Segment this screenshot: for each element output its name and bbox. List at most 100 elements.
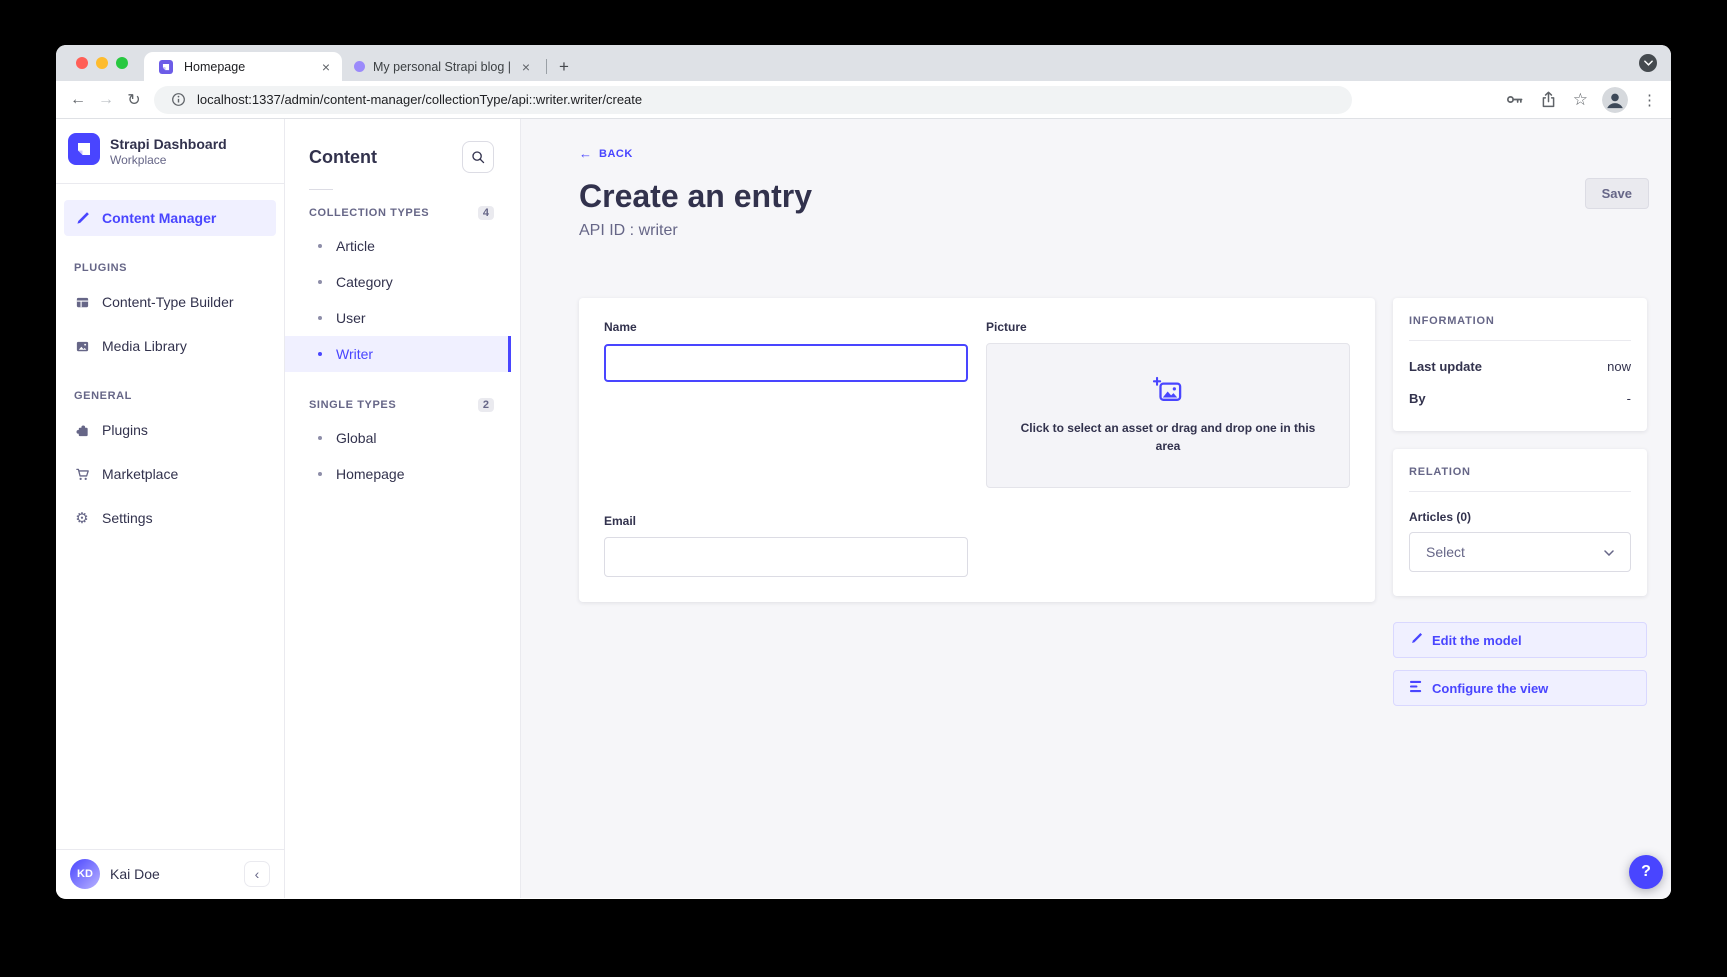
relation-title: RELATION: [1409, 466, 1631, 478]
close-window-button[interactable]: [76, 57, 88, 69]
sidebar-item-content-manager[interactable]: Content Manager: [64, 200, 276, 236]
tab-search-button[interactable]: [1639, 54, 1657, 72]
picture-field: Picture Click to select an asset or drag…: [986, 320, 1350, 488]
browser-window: Homepage × My personal Strapi blog | Str…: [56, 45, 1671, 899]
help-button[interactable]: ?: [1629, 855, 1663, 889]
purple-dot-favicon-icon: [354, 61, 365, 72]
sidebar-item-plugins[interactable]: Plugins: [64, 412, 276, 448]
page-info-icon[interactable]: [168, 90, 188, 110]
sidebar-item-label: Media Library: [102, 338, 187, 354]
collapse-sidebar-button[interactable]: ‹: [244, 861, 270, 887]
address-bar[interactable]: localhost:1337/admin/content-manager/col…: [154, 86, 1352, 114]
list-layout-icon: [1410, 680, 1423, 696]
articles-select[interactable]: Select: [1409, 532, 1631, 572]
zoom-window-button[interactable]: [116, 57, 128, 69]
subnav-item-user[interactable]: User: [285, 300, 520, 336]
brand-title: Strapi Dashboard: [110, 136, 227, 153]
relation-panel: RELATION Articles (0) Select: [1393, 449, 1647, 596]
main-content: ← BACK Create an entry API ID : writer S…: [521, 119, 1671, 898]
tab-close-icon[interactable]: ×: [318, 59, 334, 75]
tab-bar: Homepage × My personal Strapi blog | Str…: [56, 45, 1671, 81]
strapi-logo-icon: [68, 133, 100, 170]
name-label: Name: [604, 320, 968, 334]
password-key-icon[interactable]: [1505, 90, 1525, 110]
back-link[interactable]: ← BACK: [579, 146, 633, 161]
browser-reload-button[interactable]: ↻: [120, 90, 148, 110]
tab-title: Homepage: [184, 60, 310, 74]
traffic-lights: [56, 57, 144, 69]
user-name: Kai Doe: [110, 866, 160, 882]
count-badge: 4: [478, 206, 494, 220]
edit-model-button[interactable]: Edit the model: [1393, 622, 1647, 658]
browser-profile-avatar[interactable]: [1602, 87, 1628, 113]
email-input[interactable]: [604, 537, 968, 577]
sidebar-item-label: Content Manager: [102, 210, 216, 226]
subnav-item-homepage[interactable]: Homepage: [285, 456, 520, 492]
new-tab-button[interactable]: +: [551, 57, 577, 77]
configure-view-button[interactable]: Configure the view: [1393, 670, 1647, 706]
info-row-by: By -: [1409, 391, 1631, 406]
picture-label: Picture: [986, 320, 1350, 334]
sidebar-item-media-library[interactable]: Media Library: [64, 328, 276, 364]
tab-homepage[interactable]: Homepage ×: [144, 52, 342, 81]
browser-toolbar: ← → ↻ localhost:1337/admin/content-manag…: [56, 81, 1671, 119]
bookmark-star-icon[interactable]: ☆: [1573, 90, 1588, 110]
name-field: Name: [604, 320, 968, 488]
tab-separator: [546, 59, 547, 74]
toolbar-actions: ☆ ⋮: [1505, 87, 1657, 113]
page-title: Create an entry: [579, 176, 1671, 216]
sidebar-section-general: GENERAL: [64, 372, 276, 412]
sidebar-section-plugins: PLUGINS: [64, 244, 276, 284]
bullet-icon: [318, 280, 322, 284]
divider: [1409, 340, 1631, 341]
search-button[interactable]: [462, 141, 494, 173]
subnav-section-single-types: SINGLE TYPES 2: [285, 386, 520, 420]
sidebar-item-label: Settings: [102, 510, 153, 526]
subnav-header: Content: [285, 141, 520, 173]
bullet-icon: [318, 352, 322, 356]
cart-icon: [74, 466, 90, 482]
tabs: Homepage × My personal Strapi blog | Str…: [144, 52, 577, 81]
gear-icon: ⚙: [74, 510, 90, 526]
sidebar-footer: KD Kai Doe ‹: [56, 849, 284, 898]
email-field: Email: [604, 514, 968, 577]
subnav-item-global[interactable]: Global: [285, 420, 520, 456]
subnav-item-writer[interactable]: Writer: [285, 336, 511, 372]
share-icon[interactable]: [1539, 90, 1559, 110]
count-badge: 2: [478, 398, 494, 412]
api-id-subtitle: API ID : writer: [579, 222, 1671, 240]
pencil-icon: [1410, 632, 1423, 648]
sidebar-item-content-type-builder[interactable]: Content-Type Builder: [64, 284, 276, 320]
bullet-icon: [318, 244, 322, 248]
subnav-item-article[interactable]: Article: [285, 228, 520, 264]
chevron-down-icon: [1604, 543, 1614, 561]
browser-back-button[interactable]: ←: [64, 91, 92, 109]
brand: Strapi Dashboard Workplace: [56, 119, 284, 183]
info-row-last-update: Last update now: [1409, 359, 1631, 374]
browser-forward-button[interactable]: →: [92, 91, 120, 109]
minimize-window-button[interactable]: [96, 57, 108, 69]
layout-icon: [74, 294, 90, 310]
user-avatar[interactable]: KD: [70, 859, 100, 889]
sidebar-item-label: Content-Type Builder: [102, 294, 234, 310]
picture-dropzone[interactable]: Click to select an asset or drag and dro…: [986, 343, 1350, 488]
entry-form-panel: Name Picture Click to select an asset or…: [579, 298, 1375, 602]
meta-column: INFORMATION Last update now By - RELATIO…: [1393, 298, 1647, 706]
information-panel: INFORMATION Last update now By -: [1393, 298, 1647, 431]
tab-title: My personal Strapi blog | Strap: [373, 60, 510, 74]
main-sidebar: Strapi Dashboard Workplace Content Manag…: [56, 119, 285, 898]
entry-content: Name Picture Click to select an asset or…: [579, 298, 1647, 706]
sidebar-item-settings[interactable]: ⚙ Settings: [64, 500, 276, 536]
sidebar-item-marketplace[interactable]: Marketplace: [64, 456, 276, 492]
subnav-item-category[interactable]: Category: [285, 264, 520, 300]
tab-close-icon[interactable]: ×: [518, 59, 534, 75]
subnav-title: Content: [309, 147, 377, 168]
sidebar-item-label: Marketplace: [102, 466, 178, 482]
save-button[interactable]: Save: [1585, 178, 1649, 209]
email-label: Email: [604, 514, 968, 528]
browser-menu-icon[interactable]: ⋮: [1642, 91, 1657, 109]
content-subnav: Content COLLECTION TYPES 4 Article Categ…: [285, 119, 521, 898]
back-arrow-icon: ←: [579, 146, 592, 161]
name-input[interactable]: [604, 344, 968, 382]
tab-strapi-blog[interactable]: My personal Strapi blog | Strap ×: [342, 59, 542, 75]
